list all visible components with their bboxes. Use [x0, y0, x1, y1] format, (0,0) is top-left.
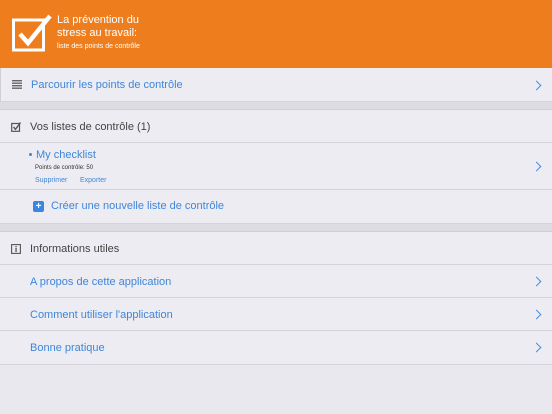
info-item-label: A propos de cette application: [30, 276, 172, 288]
app-header: La prévention du stress au travail: list…: [0, 0, 552, 68]
info-item-label: Bonne pratique: [30, 342, 105, 354]
browse-checkpoints-row[interactable]: Parcourir les points de contrôle: [0, 68, 552, 102]
checkbox-icon: [11, 122, 21, 132]
info-item-good-practice[interactable]: Bonne pratique: [0, 331, 552, 365]
chevron-right-icon: [531, 80, 542, 91]
lists-section-header: Vos listes de contrôle (1): [0, 110, 552, 143]
info-item-label: Comment utiliser l'application: [30, 309, 173, 321]
export-checklist-link[interactable]: Exporter: [80, 177, 106, 184]
checklist-name: My checklist: [36, 149, 96, 161]
info-item-about[interactable]: A propos de cette application: [0, 265, 552, 298]
app-title: La prévention du stress au travail:: [57, 14, 139, 39]
plus-icon: +: [33, 201, 44, 212]
list-icon: [12, 80, 22, 89]
checkbox-logo-icon: [12, 14, 52, 52]
section-separator: [0, 224, 552, 232]
info-heading: Informations utiles: [30, 243, 120, 255]
lists-heading: Vos listes de contrôle (1): [30, 121, 151, 133]
section-separator: [0, 102, 552, 110]
info-section-header: Informations utiles: [0, 232, 552, 265]
chevron-right-icon: [531, 161, 542, 172]
chevron-right-icon: [531, 276, 542, 287]
delete-checklist-link[interactable]: Supprimer: [35, 177, 67, 184]
app-subtitle: liste des points de contrôle: [57, 43, 140, 50]
chevron-right-icon: [531, 342, 542, 353]
create-checklist-label: Créer une nouvelle liste de contrôle: [51, 200, 225, 212]
list-item[interactable]: My checklist Points de contrôle: 50 Supp…: [0, 143, 552, 190]
bullet-icon: [29, 153, 32, 156]
info-item-howto[interactable]: Comment utiliser l'application: [0, 298, 552, 331]
info-icon: [11, 244, 21, 254]
browse-checkpoints-label: Parcourir les points de contrôle: [31, 79, 183, 91]
checklist-meta: Points de contrôle: 50: [35, 165, 94, 171]
chevron-right-icon: [531, 309, 542, 320]
create-checklist-row[interactable]: + Créer une nouvelle liste de contrôle: [0, 190, 552, 224]
